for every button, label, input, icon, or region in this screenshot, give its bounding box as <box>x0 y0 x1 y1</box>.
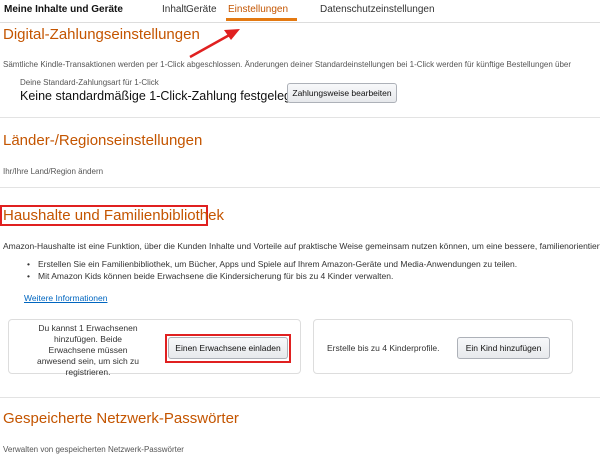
section-divider <box>0 187 600 188</box>
region-section-title: Länder-/Regionseinstellungen <box>3 132 203 149</box>
section-divider <box>0 117 600 118</box>
payment-description: Sämtliche Kindle-Transaktionen werden pe… <box>3 60 572 69</box>
annotation-arrow <box>189 29 240 59</box>
household-description: Amazon-Haushalte ist eine Funktion, über… <box>3 241 600 251</box>
section-divider <box>0 397 600 398</box>
edit-payment-button[interactable]: Zahlungsweise bearbeiten <box>287 83 397 103</box>
invite-adult-button[interactable]: Einen Erwachsene einladen <box>168 337 288 359</box>
household-feature-list: Erstellen Sie ein Familienbibliothek, um… <box>27 259 517 283</box>
more-info-link[interactable]: Weitere Informationen <box>24 293 107 303</box>
payment-section-title: Digital-Zahlungseinstellungen <box>3 26 200 43</box>
invite-adult-text: Du kannst 1 Erwachsenen hinzufügen. Beid… <box>36 323 140 377</box>
default-payment-label: Deine Standard-Zahlungsart für 1-Click <box>20 78 159 87</box>
add-child-button[interactable]: Ein Kind hinzufügen <box>457 337 550 359</box>
change-region-link[interactable]: Ihr/Ihre Land/Region ändern <box>3 167 103 176</box>
default-payment-value: Keine standardmäßige 1-Click-Zahlung fes… <box>20 89 295 103</box>
manage-passwords-link[interactable]: Verwalten von gespeicherten Netzwerk-Pas… <box>3 445 184 454</box>
list-item: Erstellen Sie ein Familienbibliothek, um… <box>27 259 517 271</box>
add-child-text: Erstelle bis zu 4 Kinderprofile. <box>327 343 440 353</box>
list-item: Mit Amazon Kids können beide Erwachsene … <box>27 271 517 283</box>
passwords-section-title: Gespeicherte Netzwerk-Passwörter <box>3 410 239 427</box>
household-section-title: Haushalte und Familienbibliothek <box>3 207 224 224</box>
